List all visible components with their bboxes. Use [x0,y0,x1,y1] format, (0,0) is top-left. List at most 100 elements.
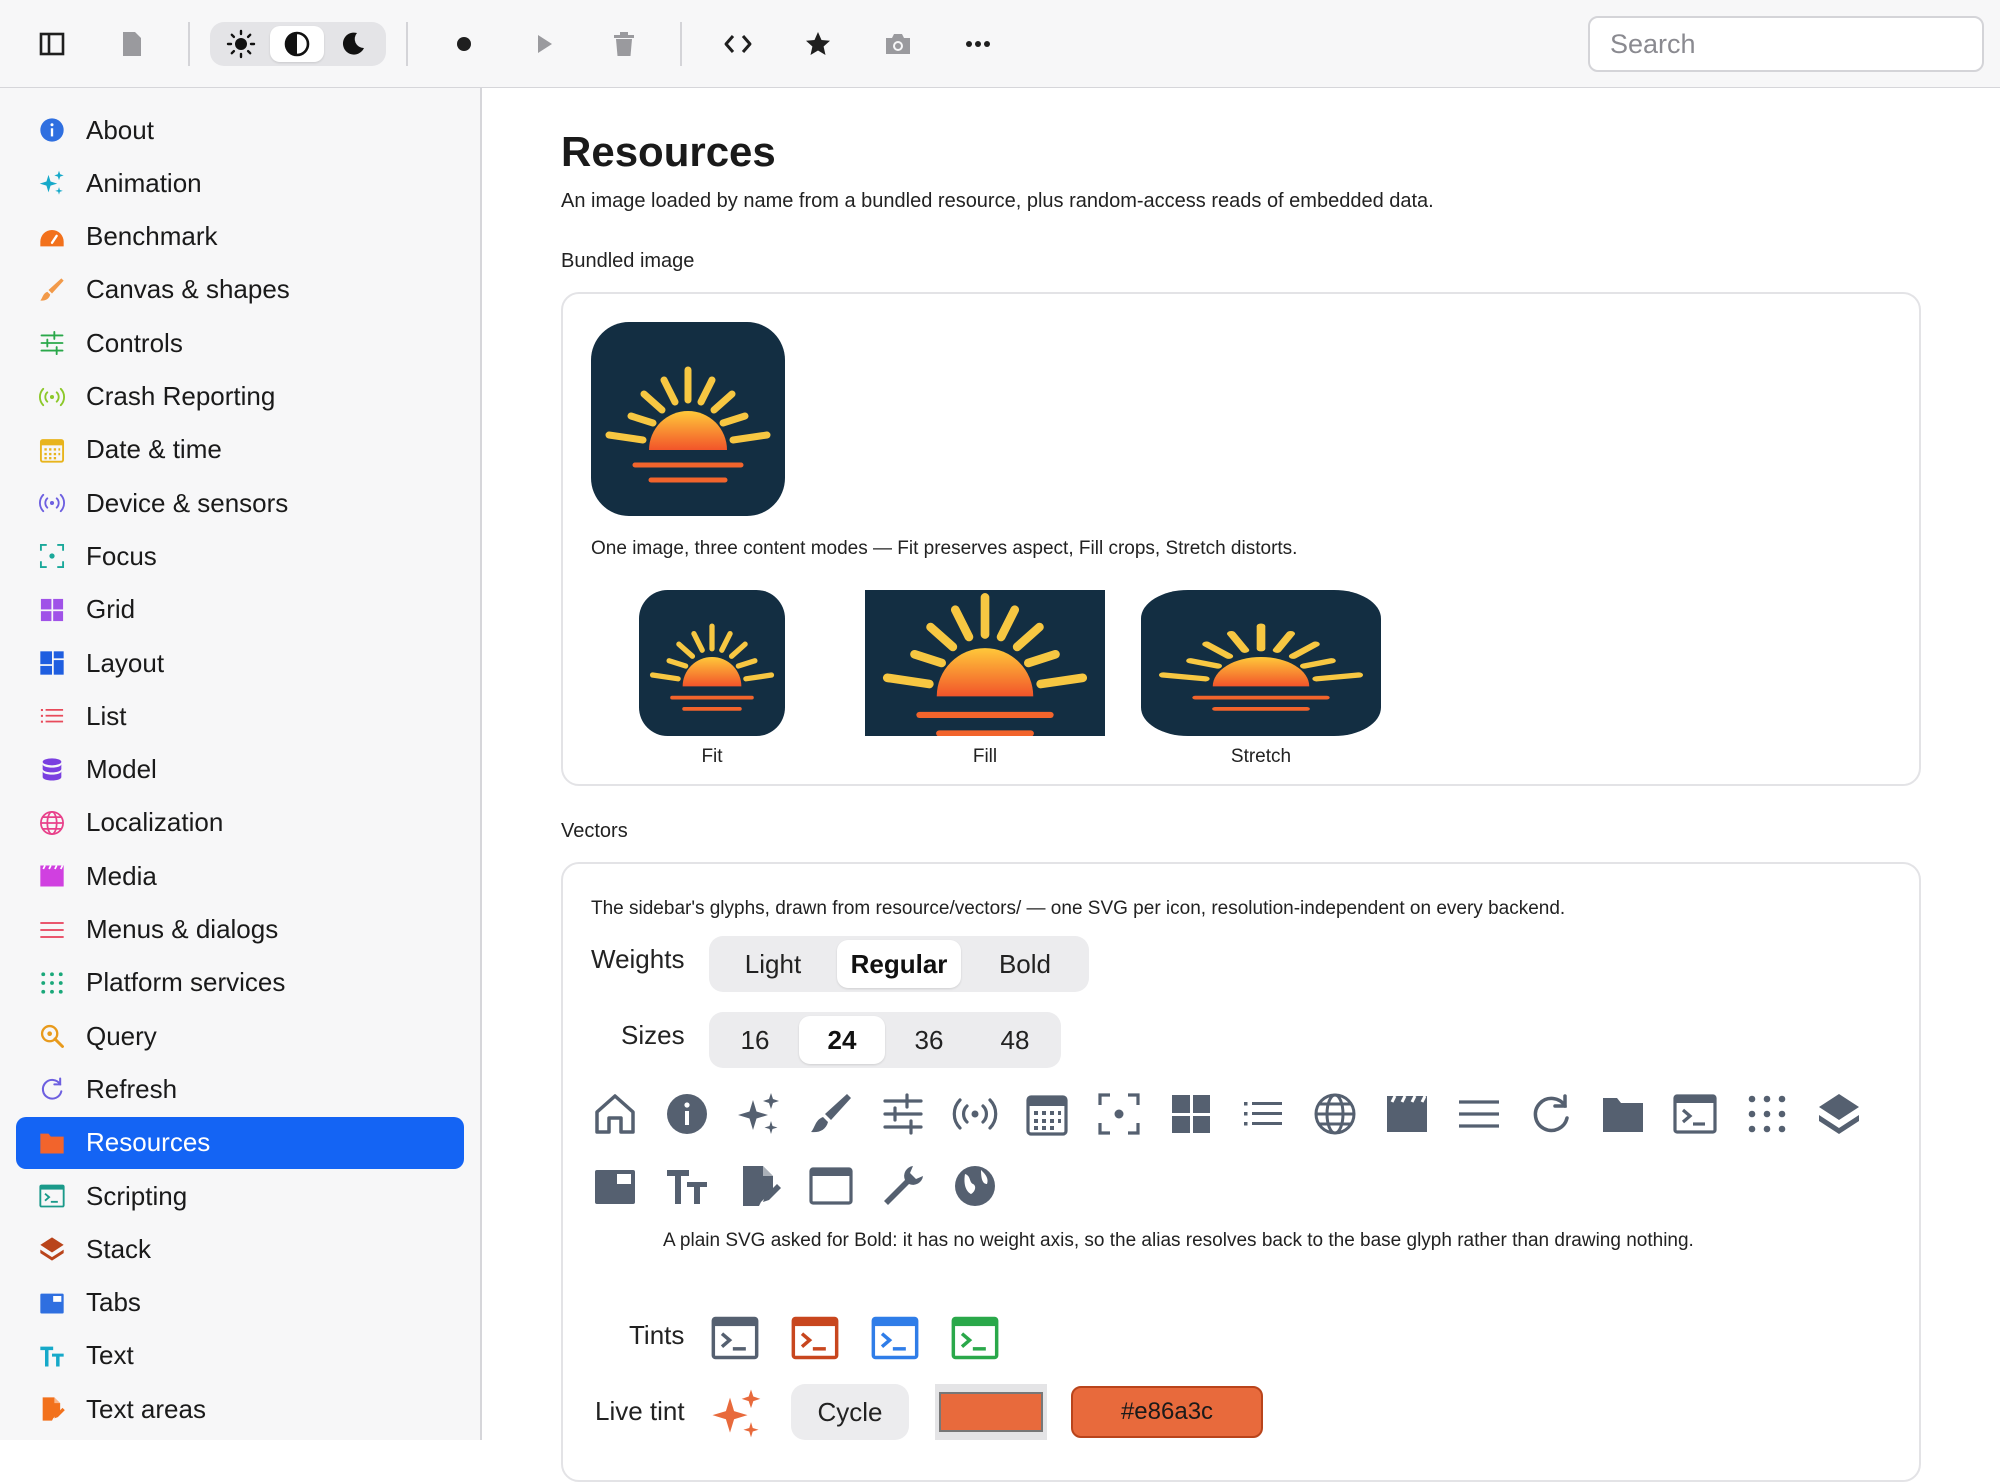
weight-bold-option[interactable]: Bold [965,940,1085,988]
cycle-button[interactable]: Cycle [791,1384,909,1440]
focus-icon [26,530,78,582]
sidebar-item-query[interactable]: Query [16,1010,464,1062]
sidebar-item-media[interactable]: Media [16,850,464,902]
sidebar: About Animation Benchmark Canvas & shapes Co… [0,88,482,1440]
sidebar-item-text-areas[interactable]: Text areas [16,1383,464,1435]
sidebar-item-label: Device & sensors [86,487,289,518]
sidebar-item-platform-services[interactable]: Platform services [16,957,464,1009]
folder-icon [26,1117,78,1169]
sidebar-item-tabs[interactable]: Tabs [16,1277,464,1329]
theme-auto-button[interactable] [270,26,324,62]
sidebar-item-stack[interactable]: Stack [16,1223,464,1275]
size-36-option[interactable]: 36 [887,1016,971,1064]
sidebar-item-canvas-shapes[interactable]: Canvas & shapes [16,264,464,316]
sensor-icon [26,477,78,529]
stretch-label: Stretch [1230,746,1292,767]
search-input[interactable] [1588,16,1984,72]
sidebar-toggle-icon [39,32,65,56]
toolbar-divider [406,22,408,66]
document-edit-icon [735,1162,783,1210]
screenshot-button[interactable] [872,18,924,70]
weights-label: Weights [591,944,685,974]
size-16-option[interactable]: 16 [713,1016,797,1064]
calendar-icon [26,424,78,476]
weight-light-option[interactable]: Light [713,940,833,988]
text-icon [26,1330,78,1382]
sidebar-item-label: Layout [86,647,165,678]
refresh-icon [26,1063,78,1115]
color-hex-button[interactable]: #e86a3c [1071,1386,1263,1438]
list-icon [1239,1090,1287,1138]
theme-dark-button[interactable] [326,26,380,62]
sidebar-item-about[interactable]: About [16,104,464,156]
terminal-icon [869,1312,921,1364]
layers-icon [1815,1090,1863,1138]
toolbar [0,0,2000,88]
sparkles-icon [712,1389,761,1438]
code-icon [724,35,752,53]
sidebar-item-label: Crash Reporting [86,381,276,411]
sidebar-item-refresh[interactable]: Refresh [16,1063,464,1115]
sidebar-item-focus[interactable]: Focus [16,530,464,582]
sidebar-item-label: Tabs [86,1287,141,1318]
more-button[interactable] [952,18,1004,70]
sidebar-item-label: Query [86,1020,157,1051]
sidebar-item-benchmark[interactable]: Benchmark [16,211,464,263]
delete-button[interactable] [598,18,650,70]
color-swatch [939,1392,1043,1432]
terminal-icon [1671,1090,1719,1138]
sidebar-item-text[interactable]: Text [16,1330,464,1382]
sidebar-item-device-sensors[interactable]: Device & sensors [16,477,464,529]
favorite-button[interactable] [792,18,844,70]
document-button[interactable] [106,18,158,70]
sliders-icon [26,317,78,369]
sidebar-item-crash-reporting[interactable]: Crash Reporting [16,371,464,423]
sun-icon [226,29,256,59]
size-48-option[interactable]: 48 [973,1016,1057,1064]
sidebar-item-menus-dialogs[interactable]: Menus & dialogs [16,904,464,956]
theme-light-button[interactable] [214,26,268,62]
sidebar-item-label: List [86,700,127,731]
sliders-icon [879,1090,927,1138]
sidebar-item-label: Scripting [86,1180,188,1211]
terminal-icon [789,1312,841,1364]
main-content: Resources An image loaded by name from a… [484,88,2000,1482]
sidebar-item-localization[interactable]: Localization [16,797,464,849]
sidebar-item-date-time[interactable]: Date & time [16,424,464,476]
sidebar-item-model[interactable]: Model [16,744,464,796]
play-button[interactable] [518,18,570,70]
vectors-caption: The sidebar's glyphs, drawn from resourc… [591,898,1566,919]
live-tint-sparkles [709,1386,765,1442]
bundled-image-card: One image, three content modes — Fit pre… [561,292,1921,786]
sidebar-item-resources[interactable]: Resources [16,1116,464,1169]
menu-icon [1455,1090,1503,1138]
sidebar-item-layout[interactable]: Layout [16,637,464,689]
brush-icon [26,264,78,316]
sidebar-item-label: Text [86,1340,134,1371]
refresh-icon [1527,1090,1575,1138]
wrench-icon [879,1162,927,1210]
calendar-icon [1023,1090,1071,1138]
sidebar-item-controls[interactable]: Controls [16,317,464,369]
play-icon [538,35,552,53]
section-heading-vectors: Vectors [561,820,628,842]
sidebar-toggle-button[interactable] [26,18,78,70]
weight-regular-option[interactable]: Regular [837,940,961,988]
record-button[interactable] [438,18,490,70]
size-24-option[interactable]: 24 [799,1016,885,1064]
sidebar-item-grid[interactable]: Grid [16,584,464,636]
color-well[interactable] [935,1384,1047,1440]
sidebar-item-animation[interactable]: Animation [16,157,464,209]
sidebar-item-label: Text areas [86,1393,206,1424]
code-button[interactable] [712,18,764,70]
sidebar-item-scripting[interactable]: Scripting [16,1170,464,1222]
fit-image [639,590,785,741]
live-tint-label: Live tint [595,1396,685,1426]
bold-fallback-note: A plain SVG asked for Bold: it has no we… [663,1230,1694,1251]
sidebar-item-list[interactable]: List [16,690,464,742]
weights-segmented-control: Light Regular Bold [709,936,1089,992]
toolbar-divider [680,22,682,66]
sidebar-item-label: Media [86,860,157,891]
vectors-card: The sidebar's glyphs, drawn from resourc… [561,862,1921,1482]
layout-icon [26,637,78,689]
